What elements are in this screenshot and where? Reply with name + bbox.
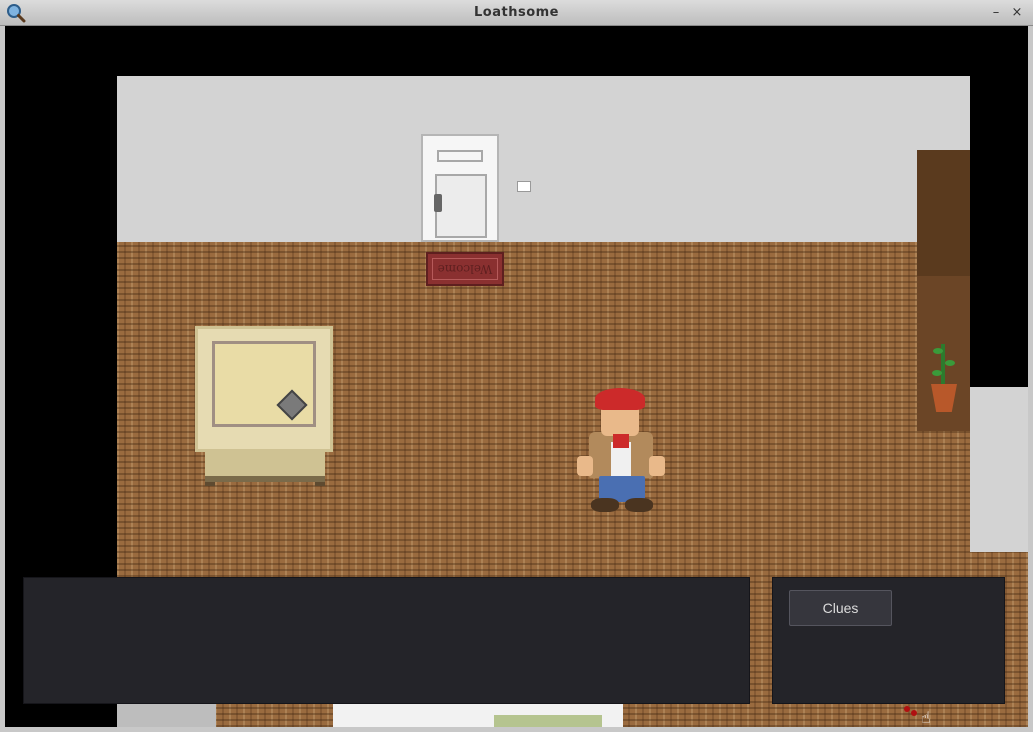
detective-character[interactable] (577, 388, 667, 513)
blood-stain (911, 710, 917, 716)
window-frame-bottom (0, 727, 1033, 732)
character-hand-left (577, 456, 593, 476)
character-boot-left (591, 498, 619, 512)
door-handle[interactable] (434, 194, 442, 212)
plant-leaf (933, 348, 943, 354)
hand-cursor-icon: ☝ (921, 708, 931, 727)
character-red-cap (595, 388, 645, 410)
clues-button[interactable]: Clues (789, 590, 892, 626)
back-wall (117, 76, 970, 242)
character-scarf (613, 434, 629, 448)
table-top (212, 341, 316, 427)
welcome-mat[interactable]: Welcome (426, 252, 504, 286)
window-title: Loathsome (474, 5, 559, 20)
character-boot-right (625, 498, 653, 512)
table-base (205, 452, 325, 482)
window-titlebar[interactable]: Loathsome – × (0, 0, 1033, 26)
window-frame-right (1028, 26, 1033, 732)
side-wall-right (970, 387, 1028, 552)
character-hand-right (649, 456, 665, 476)
game-viewport[interactable]: Welcome ☝ Clues (5, 26, 1028, 727)
lower-room-rug (494, 715, 602, 727)
light-switch[interactable] (517, 181, 531, 192)
welcome-mat-text: Welcome (432, 258, 498, 280)
door[interactable] (421, 134, 499, 242)
lower-room-wall (117, 704, 216, 727)
minimize-button[interactable]: – (988, 5, 1004, 21)
blood-stain (904, 706, 910, 712)
door-top-panel (437, 150, 483, 162)
side-table[interactable] (195, 326, 333, 452)
bookshelf (917, 150, 970, 276)
door-panel (435, 174, 487, 238)
plant-leaf (932, 370, 942, 376)
plant-leaf (945, 360, 955, 366)
dialogue-panel (23, 577, 750, 704)
close-button[interactable]: × (1009, 5, 1025, 21)
